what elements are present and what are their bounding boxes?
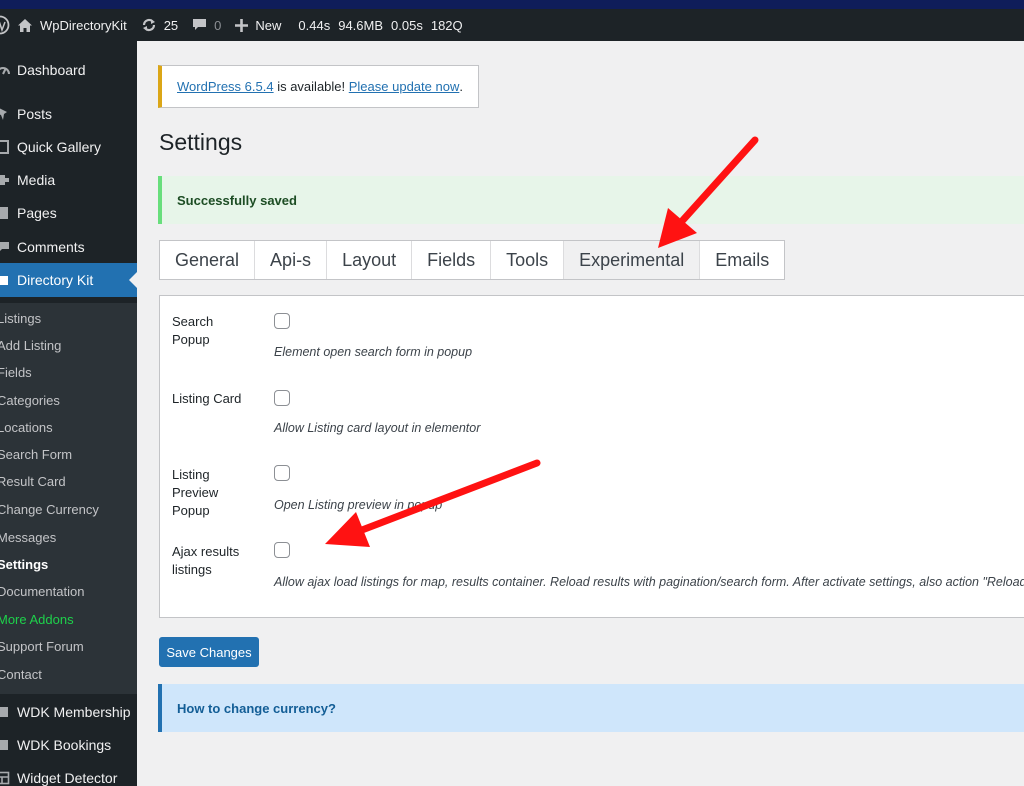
media-icon (0, 173, 10, 187)
updates-count: 25 (163, 17, 179, 33)
directory-icon (0, 273, 10, 287)
menu-label: Directory Kit (17, 272, 94, 288)
wordpress-logo-icon[interactable] (0, 9, 10, 41)
menu-item-widget-detector[interactable]: Widget Detector (0, 761, 137, 786)
setting-label-ajax-results-listings: Ajax results listings (172, 544, 240, 577)
search-popup-checkbox[interactable] (274, 313, 290, 329)
widget-icon (0, 771, 10, 785)
currency-info-link[interactable]: How to change currency? (177, 701, 336, 716)
menu-label: Pages (17, 205, 57, 221)
setting-description: Open Listing preview in popup (274, 498, 443, 512)
menu-label: Comments (17, 239, 85, 255)
update-now-link[interactable]: Please update now (349, 79, 460, 94)
submenu-item-support-forum[interactable]: Support Forum (0, 639, 137, 654)
perf-memory: 94.6MB (338, 17, 384, 33)
menu-label: WDK Membership (17, 704, 131, 720)
ajax-results-listings-checkbox[interactable] (274, 542, 290, 558)
comment-icon (0, 240, 10, 254)
menu-item-media[interactable]: Media (0, 163, 137, 197)
submenu-item-documentation[interactable]: Documentation (0, 584, 137, 599)
submenu-item-messages[interactable]: Messages (0, 530, 137, 545)
menu-item-wdk-membership[interactable]: WDK Membership (0, 695, 137, 729)
listing-card-checkbox[interactable] (274, 390, 290, 406)
menu-item-wdk-bookings[interactable]: WDK Bookings (0, 728, 137, 762)
tab-layout[interactable]: Layout (327, 241, 413, 279)
save-changes-button[interactable]: Save Changes (159, 637, 259, 667)
perf-db-time: 0.05s (391, 17, 423, 33)
new-label: New (255, 17, 282, 33)
perf-queries: 182Q (430, 17, 463, 33)
tab-general[interactable]: General (160, 241, 256, 279)
submenu-item-more-addons[interactable]: More Addons (0, 612, 137, 627)
admin-bar: WpDirectoryKit 25 0 New 0.44s 94.6MB 0.0… (0, 9, 1024, 41)
menu-item-comments[interactable]: Comments (0, 230, 137, 264)
menu-label: WDK Bookings (17, 737, 112, 753)
tab-tools[interactable]: Tools (491, 241, 565, 279)
updates-link[interactable]: 25 (134, 9, 185, 41)
submenu-item-add-listing[interactable]: Add Listing (0, 338, 137, 353)
menu-label: Quick Gallery (17, 139, 102, 155)
new-content-link[interactable]: New (228, 9, 288, 41)
submenu-item-fields[interactable]: Fields (0, 365, 137, 380)
page-title: Settings (159, 129, 243, 155)
updates-icon (141, 17, 157, 33)
gallery-icon (0, 140, 10, 154)
menu-label: Dashboard (17, 62, 86, 78)
success-notice-text: Successfully saved (177, 192, 297, 208)
submenu-item-contact[interactable]: Contact (0, 667, 137, 682)
update-notice: WordPress 6.5.4 is available! Please upd… (158, 65, 479, 108)
update-notice-end: . (459, 79, 463, 94)
menu-item-pages[interactable]: Pages (0, 196, 137, 230)
site-name: WpDirectoryKit (40, 17, 127, 33)
perf-time: 0.44s (298, 17, 331, 33)
menu-label: Posts (17, 106, 53, 122)
submenu-item-change-currency[interactable]: Change Currency (0, 502, 137, 517)
submenu-item-search-form[interactable]: Search Form (0, 447, 137, 462)
menu-item-dashboard[interactable]: Dashboard (0, 53, 137, 87)
directory-kit-submenu: Listings Add Listing Fields Categories L… (0, 303, 137, 694)
menu-item-posts[interactable]: Posts (0, 97, 137, 131)
settings-tabs: General Api-s Layout Fields Tools Experi… (159, 240, 786, 280)
listing-preview-popup-checkbox[interactable] (274, 465, 290, 481)
site-name-link[interactable]: WpDirectoryKit (10, 9, 134, 41)
tab-experimental[interactable]: Experimental (564, 241, 701, 279)
submenu-item-locations[interactable]: Locations (0, 420, 137, 435)
submenu-item-categories[interactable]: Categories (0, 393, 137, 408)
comments-link[interactable]: 0 (185, 9, 228, 41)
comment-bubble-icon (192, 18, 207, 32)
plus-icon (235, 18, 249, 32)
currency-info-notice: How to change currency? (158, 684, 1024, 732)
settings-panel: Search Popup Element open search form in… (159, 295, 1024, 618)
setting-description: Allow ajax load listings for map, result… (274, 575, 1024, 589)
setting-label-listing-preview-popup: Listing Preview Popup (172, 467, 219, 518)
submenu-item-settings[interactable]: Settings (0, 557, 137, 572)
setting-label-listing-card: Listing Card (172, 391, 242, 406)
home-icon (17, 18, 33, 33)
menu-label: Widget Detector (17, 770, 118, 786)
page-icon (0, 206, 10, 220)
top-strip (0, 0, 1024, 9)
setting-description: Element open search form in popup (274, 345, 473, 359)
setting-label-search-popup: Search Popup (172, 314, 214, 347)
dashboard-icon (0, 63, 10, 77)
submenu-item-listings[interactable]: Listings (0, 311, 137, 326)
menu-label: Media (17, 172, 56, 188)
update-notice-text: is available! (273, 79, 349, 94)
menu-item-directory-kit[interactable]: Directory Kit (0, 263, 137, 297)
membership-icon (0, 705, 10, 719)
success-notice: Successfully saved (158, 176, 1024, 224)
comments-count: 0 (214, 17, 222, 33)
pin-icon (0, 107, 10, 121)
submenu-item-result-card[interactable]: Result Card (0, 474, 137, 489)
query-monitor[interactable]: 0.44s 94.6MB 0.05s 182Q (288, 9, 477, 41)
tab-fields[interactable]: Fields (412, 241, 492, 279)
admin-sidebar: Dashboard Posts Quick Gallery Media Page… (0, 41, 137, 786)
bookings-icon (0, 738, 10, 752)
tab-emails[interactable]: Emails (700, 241, 784, 279)
tab-api-s[interactable]: Api-s (255, 241, 328, 279)
menu-item-quick-gallery[interactable]: Quick Gallery (0, 130, 137, 164)
wordpress-version-link[interactable]: WordPress 6.5.4 (177, 79, 274, 94)
setting-description: Allow Listing card layout in elementor (274, 421, 481, 435)
